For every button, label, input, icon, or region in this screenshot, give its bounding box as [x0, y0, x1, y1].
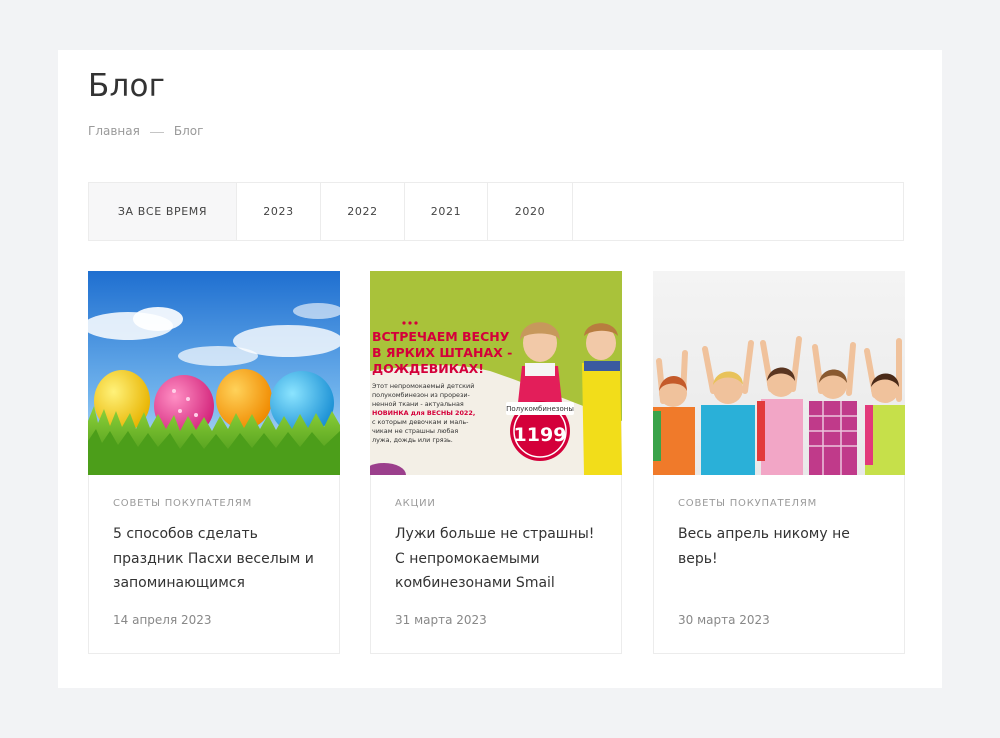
children-image[interactable]	[653, 271, 905, 475]
card-category[interactable]: Акции	[395, 498, 436, 509]
tab-2023[interactable]: 2023	[237, 183, 321, 240]
easter-eggs-image[interactable]	[88, 271, 340, 475]
promo-body-7: лужа, дождь или грязь.	[372, 436, 453, 444]
year-filter-tabs: За все время 2023 2022 2021 2020	[88, 182, 904, 241]
card-category[interactable]: Советы покупателям	[113, 498, 252, 509]
card-title[interactable]: Лужи больше не страшны! С непромокаемыми…	[395, 522, 605, 596]
card-date: 14 апреля 2023	[113, 613, 212, 627]
raincoat-promo-image[interactable]: ВСТРЕЧАЕМ ВЕСНУ В ЯРКИХ ШТАНАХ - ДОЖДЕВИ…	[370, 271, 622, 475]
tab-2022[interactable]: 2022	[321, 183, 405, 240]
tab-2021[interactable]: 2021	[405, 183, 488, 240]
promo-badge-label: Полукомбинезоны	[506, 405, 574, 413]
breadcrumb-current: Блог	[173, 124, 204, 138]
page-title: Блог	[88, 68, 166, 104]
card-date: 30 марта 2023	[678, 613, 770, 627]
blog-panel: Блог Главная Блог За все время 2023 2022…	[58, 50, 942, 688]
promo-body-4: НОВИНКА для ВЕСНЫ 2022,	[372, 409, 475, 417]
blog-card-raincoats[interactable]: ВСТРЕЧАЕМ ВЕСНУ В ЯРКИХ ШТАНАХ - ДОЖДЕВИ…	[370, 271, 622, 654]
tab-2020[interactable]: 2020	[488, 183, 573, 240]
blog-card-april[interactable]: Советы покупателям Весь апрель никому не…	[653, 271, 905, 654]
card-title[interactable]: Весь апрель никому не верь!	[678, 522, 888, 571]
breadcrumb-separator	[149, 131, 164, 133]
promo-body-3: ненной ткани - актуальная	[372, 400, 464, 408]
card-title[interactable]: 5 способов сделать праздник Пасхи веселы…	[113, 522, 323, 596]
promo-price: 1199	[514, 424, 567, 446]
breadcrumb-home-link[interactable]: Главная	[88, 124, 140, 138]
breadcrumb: Главная Блог	[88, 124, 203, 138]
blog-card-easter[interactable]: Советы покупателям 5 способов сделать пр…	[88, 271, 340, 654]
promo-heading-2: В ЯРКИХ ШТАНАХ -	[372, 345, 512, 360]
promo-heading-1: ВСТРЕЧАЕМ ВЕСНУ	[372, 329, 510, 344]
promo-body-6: чикам не страшны любая	[372, 427, 458, 435]
promo-heading-3: ДОЖДЕВИКАХ!	[372, 361, 484, 376]
promo-body-2: полукомбинезон из прорези-	[372, 391, 470, 399]
card-date: 31 марта 2023	[395, 613, 487, 627]
promo-body-5: с которым девочкам и маль-	[372, 418, 468, 426]
tab-all-time[interactable]: За все время	[89, 183, 237, 240]
card-category[interactable]: Советы покупателям	[678, 498, 817, 509]
promo-body-1: Этот непромокаемый детский	[372, 382, 474, 390]
